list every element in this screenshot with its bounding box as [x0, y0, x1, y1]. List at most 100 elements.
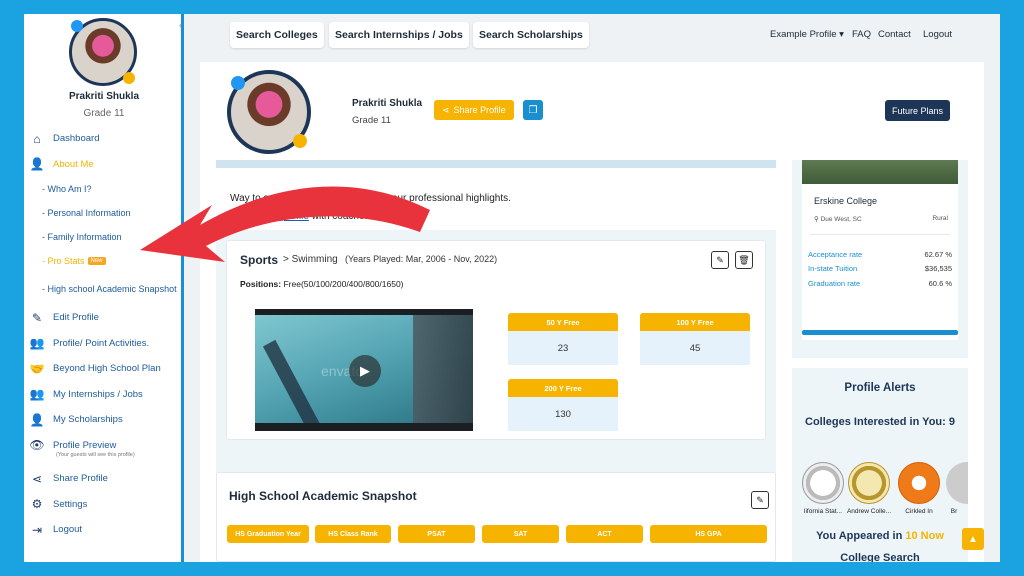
hs-header-class-rank: HS Class Rank — [315, 525, 391, 543]
collapse-sidebar-icon[interactable]: ‹ — [179, 20, 191, 32]
sidebar-subitem-who-am-i[interactable]: - Who Am I? — [24, 177, 182, 201]
college-card: Erskine College ⚲ Due West, SC Rural Acc… — [792, 160, 968, 358]
sidebar-item-label: Edit Profile — [53, 312, 99, 324]
college-seal[interactable] — [946, 462, 968, 504]
main-content: Prakriti Shukla Grade 11 ⋖ Share Profile… — [200, 62, 984, 562]
college-stat-row: Acceptance rate 62.67 % — [808, 250, 952, 259]
sidebar-user-grade: Grade 11 — [83, 108, 125, 119]
right-column: Erskine College ⚲ Due West, SC Rural Acc… — [792, 160, 968, 562]
pool-wall — [413, 315, 473, 423]
sidebar-item-edit-profile[interactable]: ✎ Edit Profile — [24, 305, 182, 331]
sidebar-item-label: My Scholarships — [53, 414, 123, 426]
divider — [810, 234, 950, 235]
sidebar-item-scholarships[interactable]: 👤 My Scholarships — [24, 407, 182, 433]
stat-200y-free: 200 Y Free 130 — [508, 379, 618, 431]
users-icon: 👥 — [29, 336, 45, 351]
sports-years: (Years Played: Mar, 2006 - Nov, 2022) — [345, 254, 498, 264]
seal-label: Cirkled In — [905, 508, 933, 515]
sports-title: Sports — [240, 253, 279, 267]
search-colleges-button[interactable]: Search Colleges — [230, 22, 324, 48]
college-seal[interactable] — [848, 462, 890, 504]
trash-icon: 🗑 — [738, 254, 750, 265]
content-column: Way to go! Great way to showcase your pr… — [216, 160, 776, 562]
stat-label: 200 Y Free — [508, 379, 618, 397]
sidebar-item-label: Profile Preview — [53, 439, 117, 451]
profile-avatar[interactable] — [227, 70, 311, 154]
search-internships-button[interactable]: Search Internships / Jobs — [329, 22, 469, 48]
example-profile-dropdown[interactable]: Example Profile ▾ — [770, 29, 844, 40]
sidebar-item-logout[interactable]: ⇥ Logout — [24, 517, 182, 543]
sidebar-subitem-pro-stats[interactable]: - Pro Stats New — [24, 249, 182, 273]
sports-card: Sports > Swimming (Years Played: Mar, 20… — [226, 240, 766, 440]
sidebar-avatar[interactable] — [69, 18, 137, 86]
sidebar-subitem-family-info[interactable]: - Family Information — [24, 225, 182, 249]
seal-label: Br — [950, 508, 958, 515]
college-stat-row: In-state Tuition $36,535 — [808, 264, 952, 273]
sports-subtitle: > Swimming — [283, 254, 338, 265]
avatar-dot-yellow — [293, 134, 307, 148]
handshake-icon: 🤝 — [29, 361, 45, 376]
stat-value: 130 — [508, 397, 618, 431]
logout-icon: ⇥ — [31, 522, 43, 537]
hs-snapshot-card: High School Academic Snapshot ✎ HS Gradu… — [216, 472, 776, 562]
share-your-profile-link[interactable]: Share your profile — [230, 211, 309, 222]
faq-link[interactable]: FAQ — [852, 29, 871, 40]
stat-label: 50 Y Free — [508, 313, 618, 331]
sidebar-item-about-me[interactable]: 👤 About Me — [24, 152, 182, 178]
edit-sport-button[interactable]: ✎ — [711, 251, 729, 269]
user-icon: 👤 — [29, 157, 45, 172]
pencil-icon: ✎ — [756, 494, 764, 505]
delete-sport-button[interactable]: 🗑 — [735, 251, 753, 269]
college-name: Erskine College — [814, 196, 878, 206]
college-image — [802, 160, 958, 184]
contact-link[interactable]: Contact — [878, 29, 911, 40]
college-carousel-bar — [802, 330, 958, 335]
sidebar-item-internships[interactable]: 👥 My Internships / Jobs — [24, 382, 182, 408]
play-icon[interactable]: ▶ — [349, 355, 381, 387]
sidebar-item-label: Share Profile — [53, 473, 108, 485]
sidebar-item-label: About Me — [53, 158, 94, 170]
top-bar: Search Colleges Search Internships / Job… — [184, 14, 1000, 58]
colleges-interested[interactable]: Colleges Interested in You: 9 — [802, 412, 958, 432]
edit-hs-button[interactable]: ✎ — [751, 491, 769, 509]
pool-lane — [262, 339, 342, 423]
profile-alerts: Profile Alerts Colleges Interested in Yo… — [792, 368, 968, 562]
sidebar-item-label: Dashboard — [53, 133, 100, 145]
sport-video[interactable]: envato ▶ — [255, 309, 473, 431]
search-scholarships-button[interactable]: Search Scholarships — [473, 22, 589, 48]
profile-name: Prakriti Shukla — [352, 98, 423, 109]
share-icon: ⋖ — [442, 104, 450, 115]
hs-header-act: ACT — [566, 525, 643, 543]
appeared-count: You Appeared in 10 Now — [792, 530, 968, 542]
college-type: Rural — [932, 215, 948, 222]
stat-label: 100 Y Free — [640, 313, 750, 331]
preview-note: (Your guests will see this profile) — [56, 452, 135, 458]
intro-card: Way to go! Great way to showcase your pr… — [216, 160, 776, 230]
college-seal[interactable] — [802, 462, 844, 504]
sidebar-subitem-hs-snapshot[interactable]: - High school Academic Snapshot — [24, 273, 182, 305]
college-seal[interactable] — [898, 462, 940, 504]
college-location-text: Due West, SC — [820, 216, 862, 223]
share-icon: ⋖ — [31, 471, 43, 486]
sidebar-item-dashboard[interactable]: ⌂ Dashboard — [24, 126, 182, 152]
sidebar-item-beyond-hs-plan[interactable]: 🤝 Beyond High School Plan — [24, 356, 182, 382]
share-profile-button[interactable]: ⋖ Share Profile — [434, 100, 514, 120]
gears-icon: ⚙ — [31, 497, 43, 512]
scroll-to-top-button[interactable]: ▲ — [962, 528, 984, 550]
sidebar-subitem-personal-info[interactable]: - Personal Information — [24, 201, 182, 225]
user-icon: 👤 — [29, 412, 45, 427]
logout-link[interactable]: Logout — [923, 29, 952, 40]
sidebar-item-point-activities[interactable]: 👥 Profile/ Point Activities. — [24, 331, 182, 357]
sidebar-item-settings[interactable]: ⚙ Settings — [24, 492, 182, 518]
copy-link-button[interactable]: ❐ — [523, 100, 543, 120]
home-icon: ⌂ — [33, 131, 41, 146]
sidebar-nav: ⌂ Dashboard 👤 About Me - Who Am I? - Per… — [24, 126, 182, 543]
sidebar-item-share-profile[interactable]: ⋖ Share Profile — [24, 466, 182, 492]
hs-snapshot-title: High School Academic Snapshot — [229, 489, 417, 503]
pencil-icon: ✎ — [716, 254, 724, 265]
college-card-inner[interactable]: Erskine College ⚲ Due West, SC Rural Acc… — [802, 160, 958, 340]
profile-grade: Grade 11 — [352, 115, 391, 126]
future-plans-button[interactable]: Future Plans — [885, 100, 951, 121]
stat-value: 62.67 % — [924, 250, 952, 259]
sidebar-item-label: Settings — [53, 498, 88, 510]
